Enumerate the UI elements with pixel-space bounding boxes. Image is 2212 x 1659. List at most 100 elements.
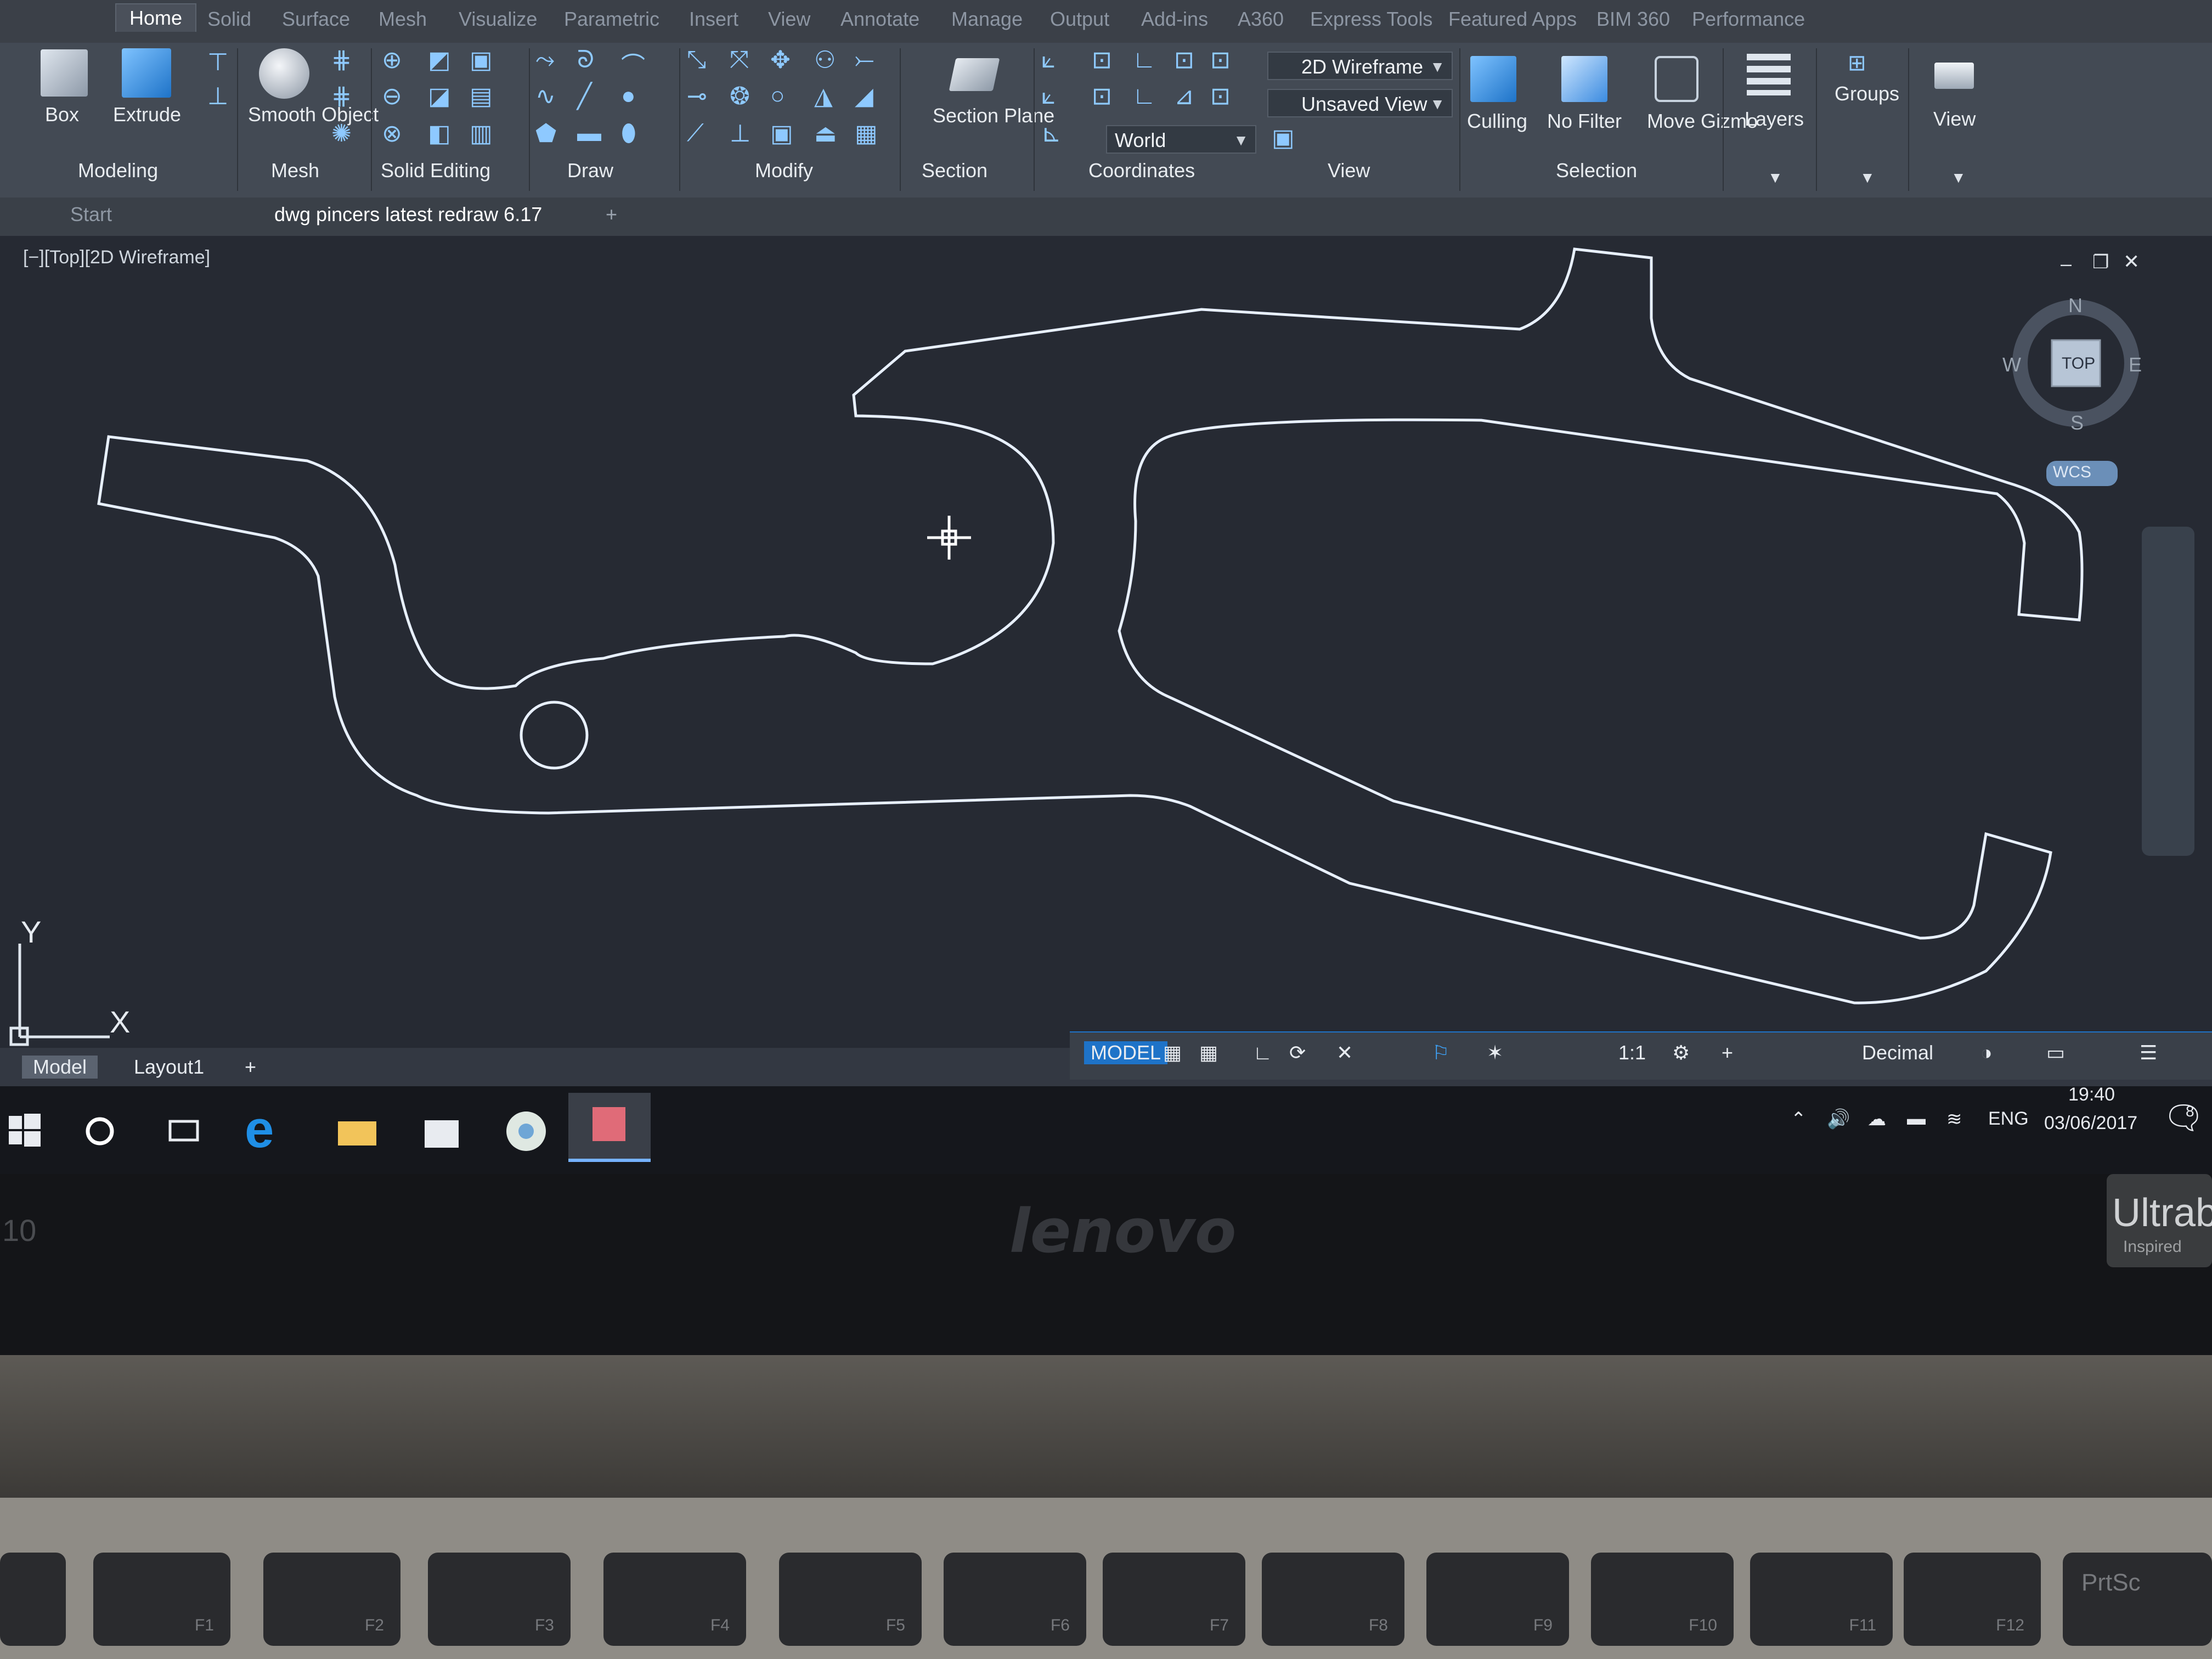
line-icon[interactable]: ╱ bbox=[577, 82, 592, 110]
key-esc[interactable] bbox=[0, 1553, 66, 1646]
smooth-object-icon[interactable] bbox=[259, 48, 309, 99]
key-f4[interactable]: F4 bbox=[603, 1553, 746, 1646]
ucs-icon[interactable]: ⊡ bbox=[1092, 82, 1112, 110]
chevron-down-icon[interactable]: ▼ bbox=[1768, 169, 1783, 187]
chevron-up-icon[interactable]: ⌃ bbox=[1791, 1108, 1807, 1130]
tab-output[interactable]: Output bbox=[1050, 8, 1109, 31]
clock-date[interactable]: 03/06/2017 bbox=[2044, 1113, 2137, 1134]
tab-mesh[interactable]: Mesh bbox=[379, 8, 427, 31]
layout1-tab[interactable]: Layout1 bbox=[134, 1056, 204, 1079]
key-f2[interactable]: F2 bbox=[263, 1553, 400, 1646]
region-icon[interactable]: ⬟ bbox=[535, 120, 556, 148]
ellipse-icon[interactable]: ⬮ bbox=[621, 120, 636, 147]
lasso-icon[interactable]: ᘐ bbox=[577, 46, 594, 74]
key-f5[interactable]: F5 bbox=[779, 1553, 922, 1646]
box-icon[interactable] bbox=[41, 49, 88, 97]
layers-icon[interactable] bbox=[1747, 54, 1791, 95]
mirror-icon[interactable]: ◮ bbox=[814, 82, 833, 110]
chevron-down-icon[interactable]: ▼ bbox=[1951, 169, 1966, 187]
tab-annotate[interactable]: Annotate bbox=[840, 8, 919, 31]
groups-icon[interactable]: ⊞ bbox=[1848, 50, 1866, 76]
modify-icon[interactable]: ▣ bbox=[770, 120, 793, 148]
move-gizmo-button[interactable]: Move Gizmo bbox=[1647, 110, 1758, 133]
solid-edit-icon[interactable]: ▥ bbox=[470, 120, 493, 148]
intersect-icon[interactable]: ⊗ bbox=[382, 120, 402, 148]
language-indicator[interactable]: ENG bbox=[1988, 1108, 2029, 1130]
gear-icon[interactable]: ⚙ bbox=[1672, 1041, 1690, 1064]
key-f3[interactable]: F3 bbox=[428, 1553, 571, 1646]
ucs-icon[interactable]: ⊡ bbox=[1174, 46, 1194, 74]
panel-title-draw[interactable]: Draw bbox=[567, 159, 613, 182]
tab-add-ins[interactable]: Add-ins bbox=[1141, 8, 1208, 31]
tab-visualize[interactable]: Visualize bbox=[459, 8, 537, 31]
circle-icon[interactable]: ● bbox=[621, 82, 636, 110]
ucs-icon[interactable]: ⊡ bbox=[1210, 82, 1231, 110]
tab-manage[interactable]: Manage bbox=[951, 8, 1023, 31]
ucs-icon[interactable]: ⊾ bbox=[1041, 120, 1062, 148]
search-icon[interactable] bbox=[77, 1105, 126, 1154]
box-button[interactable]: Box bbox=[45, 103, 79, 126]
start-tab[interactable]: Start bbox=[70, 203, 112, 226]
viewcube-north[interactable]: N bbox=[2068, 294, 2083, 317]
ucs-icon[interactable]: ∟ bbox=[1132, 82, 1156, 110]
copy-icon[interactable]: ⚇ bbox=[814, 46, 836, 74]
tab-express-tools[interactable]: Express Tools bbox=[1310, 8, 1432, 31]
volume-icon[interactable]: 🔊 bbox=[1827, 1108, 1850, 1130]
ucs-icon[interactable]: ∟ bbox=[1132, 46, 1156, 74]
modify-icon[interactable]: ⊥ bbox=[730, 120, 751, 148]
tab-a360[interactable]: A360 bbox=[1238, 8, 1284, 31]
view-icon[interactable] bbox=[1934, 63, 1974, 89]
close-icon[interactable]: ✕ bbox=[2123, 250, 2140, 273]
model-space-toggle[interactable]: MODEL bbox=[1084, 1041, 1168, 1064]
panel-title-coordinates[interactable]: Coordinates bbox=[1088, 159, 1195, 182]
tab-bim-360[interactable]: BIM 360 bbox=[1596, 8, 1670, 31]
tab-surface[interactable]: Surface bbox=[282, 8, 350, 31]
new-tab-button[interactable]: + bbox=[606, 203, 617, 226]
action-center-icon[interactable]: 🗨 bbox=[2163, 1098, 2204, 1137]
tab-parametric[interactable]: Parametric bbox=[564, 8, 659, 31]
viewport-icon[interactable]: ▣ bbox=[1272, 124, 1295, 152]
units-dropdown[interactable]: Decimal bbox=[1862, 1041, 1933, 1064]
key-f1[interactable]: F1 bbox=[93, 1553, 230, 1646]
key-f12[interactable]: F12 bbox=[1904, 1553, 2041, 1646]
no-filter-button[interactable]: No Filter bbox=[1547, 110, 1622, 133]
modify-icon[interactable]: ⤡ bbox=[687, 46, 706, 74]
modify-icon[interactable]: ⊸ bbox=[687, 82, 707, 110]
rotate-icon[interactable]: ○ bbox=[770, 82, 785, 110]
annotation-icon[interactable]: ⚐ bbox=[1432, 1041, 1449, 1064]
key-f7[interactable]: F7 bbox=[1103, 1553, 1245, 1646]
drawing-viewport[interactable]: [−][Top][2D Wireframe] Y X N S E W TOP W… bbox=[0, 236, 2212, 1048]
key-prtsc[interactable]: PrtSc bbox=[2063, 1553, 2212, 1646]
union-icon[interactable]: ⊕ bbox=[382, 46, 402, 74]
polar-icon[interactable]: ⟳ bbox=[1289, 1041, 1306, 1064]
mesh-tool-icon[interactable]: ✺ bbox=[331, 120, 352, 148]
solid-edit-icon[interactable]: ◪ bbox=[428, 82, 451, 110]
trim-icon[interactable]: ⤚ bbox=[855, 46, 874, 74]
visual-style-dropdown[interactable]: 2D Wireframe ▼ bbox=[1267, 52, 1453, 80]
groups-button[interactable]: Groups bbox=[1835, 82, 1899, 105]
tab-insert[interactable]: Insert bbox=[689, 8, 738, 31]
viewcube-east[interactable]: E bbox=[2129, 353, 2142, 376]
ortho-icon[interactable]: ∟ bbox=[1253, 1041, 1272, 1064]
ucs-icon[interactable]: ⟀ bbox=[1041, 82, 1056, 110]
subtract-icon[interactable]: ⊖ bbox=[382, 82, 402, 110]
section-plane-button[interactable]: Section Plane bbox=[933, 104, 1054, 127]
extrude-button[interactable]: Extrude bbox=[113, 103, 181, 126]
tab-featured-apps[interactable]: Featured Apps bbox=[1448, 8, 1577, 31]
tab-view[interactable]: View bbox=[768, 8, 810, 31]
viewcube-top[interactable]: TOP bbox=[2062, 354, 2095, 373]
mesh-tool-icon[interactable]: ⋕ bbox=[331, 46, 352, 74]
layers-button[interactable]: Layers bbox=[1745, 108, 1804, 131]
annotation-scale-icon[interactable]: ✶ bbox=[1487, 1041, 1503, 1064]
minimize-icon[interactable]: – bbox=[2061, 252, 2072, 275]
smooth-object-button[interactable]: Smooth Object bbox=[248, 103, 379, 126]
chevron-down-icon[interactable]: ▼ bbox=[1860, 169, 1875, 187]
key-f8[interactable]: F8 bbox=[1262, 1553, 1404, 1646]
model-tab[interactable]: Model bbox=[22, 1056, 98, 1079]
battery-icon[interactable]: ▬ bbox=[1907, 1108, 1926, 1130]
tab-solid[interactable]: Solid bbox=[207, 8, 251, 31]
store-icon[interactable] bbox=[417, 1105, 466, 1154]
wifi-icon[interactable]: ≋ bbox=[1946, 1108, 1962, 1130]
panel-title-modify[interactable]: Modify bbox=[755, 159, 813, 182]
annotation-scale[interactable]: 1:1 bbox=[1618, 1041, 1646, 1064]
